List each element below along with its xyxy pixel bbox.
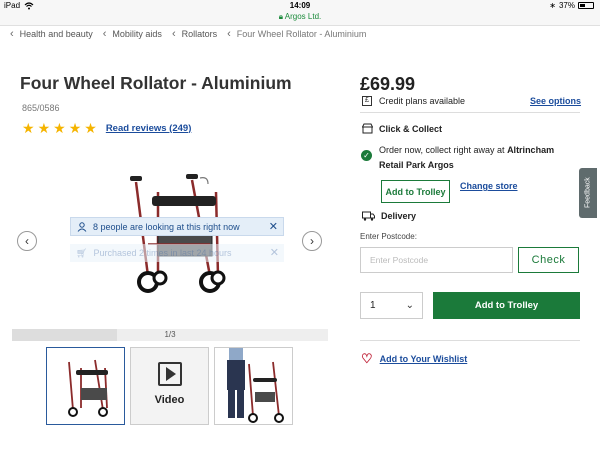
- feedback-tab-label: Feedback: [584, 177, 592, 209]
- chevron-down-icon: ⌄: [405, 300, 414, 311]
- video-label: Video: [154, 394, 185, 406]
- cart-icon: 🛒︎: [76, 247, 88, 258]
- see-options-link[interactable]: See options: [530, 96, 581, 106]
- star-icon: ★: [84, 120, 97, 136]
- chevron-left-icon: ‹: [10, 27, 14, 40]
- lock-icon: 🔒︎: [278, 12, 283, 21]
- close-icon[interactable]: ✕: [270, 246, 279, 259]
- postcode-label: Enter Postcode:: [360, 232, 417, 241]
- site-name: Argos Ltd.: [284, 12, 322, 21]
- carousel-page-indicator: 1/3: [164, 330, 176, 339]
- person-with-rollator-image: [227, 348, 284, 423]
- postcode-input[interactable]: [360, 247, 513, 273]
- purchased-notice: 🛒︎ Purchased 2 times in last 24 hours ✕: [70, 244, 284, 262]
- chevron-left-icon: ‹: [227, 27, 231, 40]
- delivery-heading: Delivery: [362, 211, 416, 221]
- store-icon: [362, 123, 373, 134]
- credit-card-icon: £: [362, 96, 372, 106]
- breadcrumb-item-health-and-beauty[interactable]: ‹ Health and beauty: [10, 27, 93, 40]
- divider: [360, 340, 580, 341]
- breadcrumb: ‹ Health and beauty ‹ Mobility aids ‹ Ro…: [10, 28, 376, 40]
- star-icon: ★: [53, 120, 66, 136]
- close-icon[interactable]: ✕: [269, 220, 278, 233]
- add-to-wishlist-link[interactable]: ♡ Add to Your Wishlist: [361, 351, 467, 366]
- rollator-image: [130, 174, 226, 293]
- carousel-prev-button[interactable]: ‹: [17, 231, 37, 251]
- video-play-icon: [158, 362, 182, 386]
- person-icon: [77, 221, 87, 232]
- clock: 14:09: [289, 1, 311, 10]
- thumbnail-rollator[interactable]: [46, 347, 125, 425]
- chevron-right-icon: ›: [310, 234, 314, 248]
- product-title-block: Four Wheel Rollator - Aluminium 865/0586: [20, 72, 320, 119]
- add-to-trolley-collect-button[interactable]: Add to Trolley: [381, 180, 450, 203]
- bluetooth-icon: ∗: [549, 1, 556, 10]
- heart-icon: ♡: [361, 351, 373, 366]
- rollator-thumbnail-image: [68, 359, 108, 417]
- breadcrumb-item-rollators[interactable]: ‹ Rollators: [171, 27, 217, 40]
- product-sku: 865/0586: [22, 103, 60, 113]
- image-carousel: ‹ › 8 people are looking at this right n…: [12, 148, 328, 328]
- star-icon: ★: [22, 120, 35, 136]
- breadcrumb-item-mobility-aids[interactable]: ‹ Mobility aids: [102, 27, 162, 40]
- viewers-notice: 8 people are looking at this right now ✕: [70, 217, 284, 236]
- divider: [360, 112, 580, 113]
- chevron-left-icon: ‹: [171, 27, 176, 40]
- chevron-left-icon: ‹: [102, 27, 107, 40]
- quantity-value: 1: [370, 300, 376, 311]
- battery-percent: 37%: [558, 1, 575, 10]
- status-bar: iPad 14:09 🔒︎ Argos Ltd. ∗ 37%: [0, 0, 600, 26]
- star-icon: ★: [37, 120, 51, 136]
- click-collect-heading: Click & Collect: [362, 123, 442, 134]
- price: £69.99: [360, 74, 416, 94]
- credit-row: £ Credit plans available: [362, 96, 465, 106]
- product-title: Four Wheel Rollator - Aluminium: [20, 73, 292, 93]
- thumbnail-person-using-rollator[interactable]: [214, 347, 293, 425]
- chevron-left-icon: ‹: [25, 234, 29, 248]
- check-postcode-button[interactable]: Check: [518, 247, 579, 273]
- carousel-next-button[interactable]: ›: [302, 231, 322, 251]
- credit-text: Credit plans available: [379, 96, 466, 106]
- viewers-notice-text: 8 people are looking at this right now: [93, 221, 240, 232]
- quantity-select[interactable]: 1 ⌄: [360, 292, 423, 319]
- star-icon: ★: [68, 120, 82, 136]
- collect-message: Order now, collect right away at Altrinc…: [379, 145, 555, 170]
- status-right: ∗ 37%: [549, 1, 594, 10]
- truck-icon: [362, 211, 375, 221]
- breadcrumb-item-current: ‹ Four Wheel Rollator - Aluminium: [227, 27, 367, 40]
- add-to-trolley-button[interactable]: Add to Trolley: [433, 292, 580, 319]
- address-bar[interactable]: 🔒︎ Argos Ltd.: [0, 12, 600, 22]
- check-circle-icon: ✓: [361, 150, 372, 161]
- purchased-notice-text: Purchased 2 times in last 24 hours: [93, 248, 232, 258]
- rating-row: ★ ★ ★ ★ ★ Read reviews (249): [22, 121, 191, 135]
- read-reviews-link[interactable]: Read reviews (249): [106, 123, 192, 134]
- battery-icon: [578, 2, 594, 9]
- change-store-link[interactable]: Change store: [460, 181, 518, 191]
- thumbnail-video[interactable]: Video: [130, 347, 209, 425]
